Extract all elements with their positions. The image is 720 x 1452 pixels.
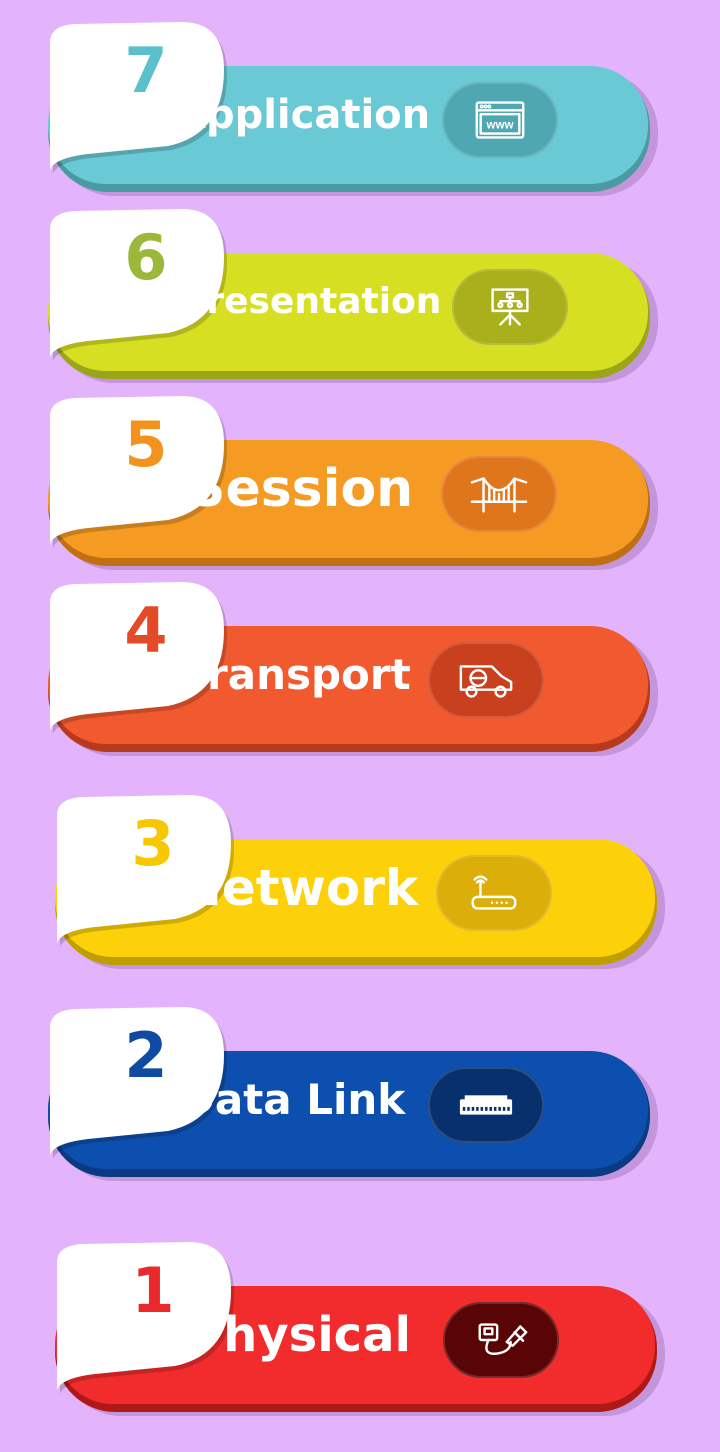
layer-icon-badge [428,1067,544,1143]
osi-layer-7: 7 Application www [48,18,668,198]
osi-layer-3: 3 Network [55,791,675,971]
browser-www-icon: www [475,101,525,139]
layer-icon-badge [428,642,544,718]
layer-name: Session [188,459,414,519]
layer-icon-badge: www [442,82,558,158]
wifi-router-icon [471,875,517,910]
layer-icon-badge [441,456,557,532]
bridge-icon [470,477,528,513]
osi-model-diagram: 7 Application www 6 Presentation 5 Session 4 Tra… [0,0,720,1452]
delivery-van-icon [459,665,513,698]
ethernet-cable-icon [478,1323,528,1355]
layer-name: Network [180,859,419,917]
osi-layer-6: 6 Presentation [48,205,668,385]
layer-icon-badge [436,855,552,931]
layer-name: Data Link [180,1075,406,1124]
layer-icon-badge [443,1302,559,1378]
osi-layer-4: 4 Transport [48,578,668,758]
layer-icon-badge [452,269,568,345]
presentation-board-icon [491,288,529,326]
layer-name: Transport [183,650,411,699]
layer-name: Physical [188,1307,411,1363]
network-switch-icon [459,1095,513,1115]
layer-name: Application [175,92,431,138]
www-icon-text: www [485,119,514,132]
osi-layer-2: 2 Data Link [48,1003,668,1183]
layer-name: Presentation [180,281,442,322]
osi-layer-5: 5 Session [48,392,668,572]
osi-layer-1: 1 Physical [55,1238,675,1418]
